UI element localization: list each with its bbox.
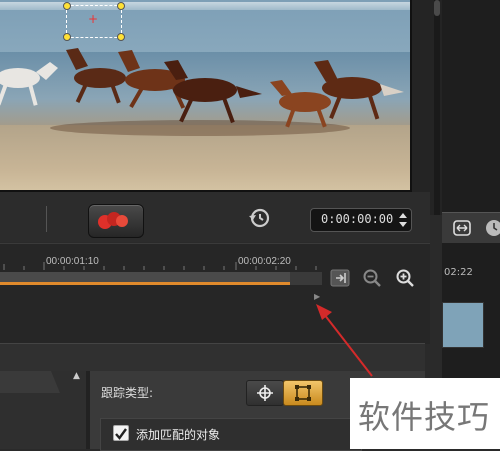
ruler-tick-label: 00:00:02:20 (238, 256, 291, 267)
scroll-up-icon[interactable]: ▲ (73, 371, 80, 381)
zoom-out-icon[interactable] (362, 268, 382, 288)
fit-width-icon[interactable] (452, 218, 472, 238)
control-divider (46, 206, 47, 232)
timecode-value[interactable]: 0:00:00:00 (321, 212, 393, 226)
tracking-center-icon: + (88, 12, 99, 26)
checkmark-icon (115, 428, 127, 440)
record-button[interactable] (88, 204, 144, 238)
horses-image (0, 48, 404, 136)
point-tracking-button[interactable] (246, 380, 284, 406)
left-panel-tab[interactable] (0, 371, 60, 393)
right-time-label: 02:22 (444, 267, 473, 278)
add-matching-objects-label[interactable]: 添加匹配的对象 (136, 426, 220, 443)
annotation-arrow-icon (316, 304, 373, 377)
tracking-box-handle[interactable] (63, 2, 71, 10)
timecode-field[interactable]: 0:00:00:00 (310, 208, 412, 232)
zoom-in-icon[interactable] (395, 268, 415, 288)
timeline-progress-bar (0, 282, 290, 285)
scrollbar-thumb[interactable] (434, 0, 440, 16)
crosshair-icon (257, 385, 273, 401)
trim-end-icon[interactable] (330, 268, 350, 288)
timeline-trimmed-region (290, 272, 322, 285)
ruler-tick-label: 00:00:01:10 (46, 256, 99, 267)
timecode-stepper-icon[interactable] (398, 211, 408, 229)
watermark-text: 软件技巧 (358, 398, 491, 436)
clip-thumbnail[interactable] (442, 302, 484, 348)
side-scrollbar[interactable] (434, 0, 440, 215)
clock-icon[interactable] (484, 218, 500, 238)
track-type-label: 跟踪类型: (101, 386, 154, 400)
area-tracking-icon (295, 385, 311, 401)
video-preview[interactable] (0, 0, 412, 192)
tracking-box-handle[interactable] (117, 33, 125, 41)
record-icon (116, 215, 128, 227)
history-icon[interactable] (247, 206, 271, 230)
right-toolbar (442, 212, 500, 243)
watermark: 软件技巧 (350, 378, 500, 449)
add-matching-objects-checkbox[interactable] (113, 425, 129, 441)
area-tracking-button[interactable] (283, 380, 323, 406)
tracking-box-handle[interactable] (117, 2, 125, 10)
tracking-box-handle[interactable] (63, 33, 71, 41)
